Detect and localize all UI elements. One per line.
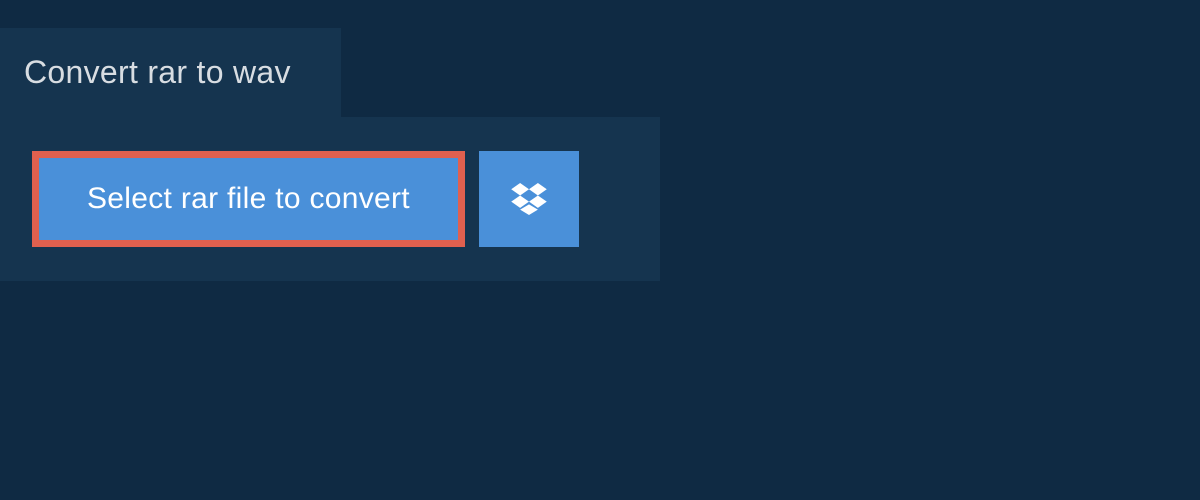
select-file-button[interactable]: Select rar file to convert <box>32 151 465 247</box>
select-file-label: Select rar file to convert <box>87 182 410 216</box>
action-row: Select rar file to convert <box>32 151 628 247</box>
dropbox-icon <box>511 183 547 215</box>
dropbox-button[interactable] <box>479 151 579 247</box>
tab-header: Convert rar to wav <box>0 28 341 117</box>
converter-panel: Select rar file to convert <box>0 117 660 281</box>
page-title: Convert rar to wav <box>24 54 291 90</box>
